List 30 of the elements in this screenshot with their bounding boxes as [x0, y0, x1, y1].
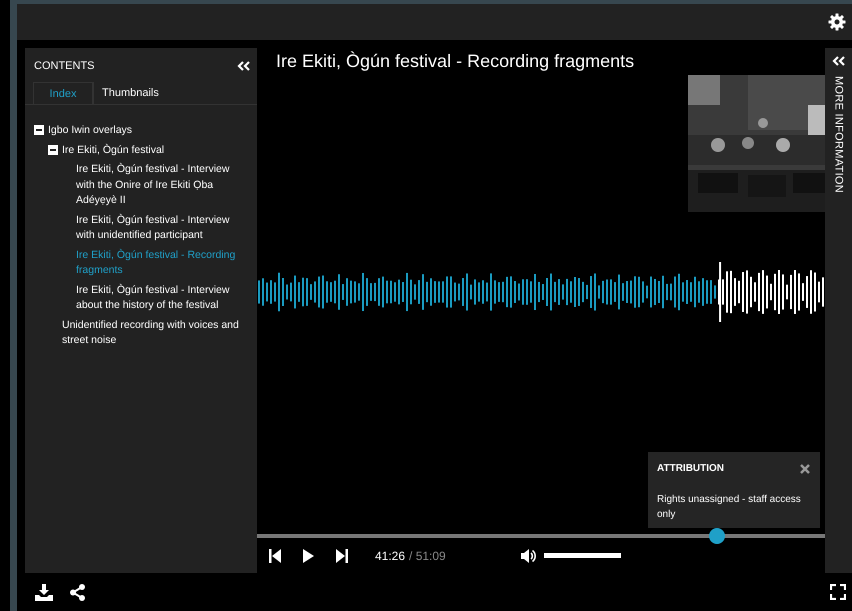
tree-item[interactable]: Unidentified recording with voices and street noise: [62, 318, 249, 348]
progress-handle[interactable]: [709, 528, 726, 544]
current-time: 41:26: [375, 548, 406, 562]
tree-item[interactable]: Ire Ekiti, Ògún festival - Recording fragments: [76, 248, 249, 278]
panel-title[interactable]: MORE INFORMATION: [832, 76, 844, 194]
collapse-icon[interactable]: [237, 61, 251, 71]
tree-item[interactable]: Ire Ekiti, Ògún festival - Interview about the history of the festival: [76, 282, 249, 314]
tab[interactable]: Index: [33, 82, 93, 104]
attribution-text: Rights unassigned - staff access only: [657, 493, 802, 522]
tree-item[interactable]: Ire Ekiti, Ògún festival - Interview with unidentified participant: [76, 212, 249, 244]
panel-title: CONTENTS: [34, 60, 94, 72]
attribution-title: ATTRIBUTION: [657, 463, 724, 474]
volume-icon[interactable]: [520, 548, 536, 562]
fullscreen-icon[interactable]: [830, 584, 846, 600]
download-icon[interactable]: [35, 584, 53, 600]
next-button[interactable]: [336, 548, 348, 562]
duration: / 51:09: [409, 548, 446, 562]
settings-icon[interactable]: [828, 13, 846, 31]
collapse-icon[interactable]: [34, 125, 44, 135]
tree-item[interactable]: Ire Ekiti, Ògún festival - Interview with the Onire of Ire Ekiti Ọba Adéyẹyè II: [76, 162, 249, 208]
media-title: Ire Ekiti, Ògún festival - Recording fragments: [275, 50, 636, 73]
collapse-icon[interactable]: [832, 56, 846, 66]
volume-slider[interactable]: [544, 553, 621, 558]
play-button[interactable]: [303, 548, 314, 562]
tree-item[interactable]: Igbo Iwin overlays: [48, 123, 132, 138]
previous-button[interactable]: [269, 548, 281, 562]
collapse-icon[interactable]: [48, 144, 58, 154]
close-icon[interactable]: [800, 464, 810, 474]
tree-item[interactable]: Ire Ekiti, Ògún festival: [62, 142, 164, 158]
share-icon[interactable]: [69, 584, 86, 600]
